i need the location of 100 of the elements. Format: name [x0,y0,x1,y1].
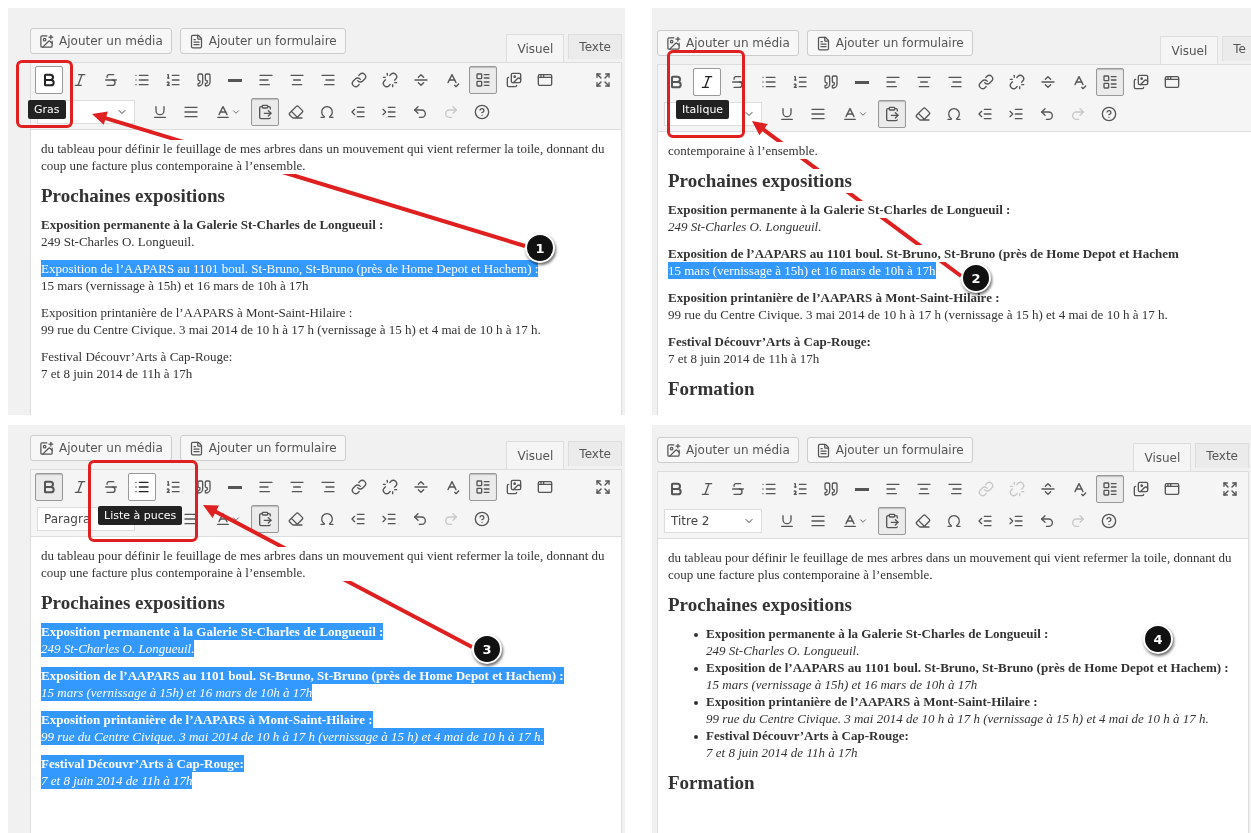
align-right-icon [320,72,336,88]
media-icon [39,440,54,456]
italic-icon [699,481,715,497]
editor-tab[interactable]: Visuel [1160,36,1219,64]
align-left-icon [885,481,901,497]
form-icon [188,440,204,456]
exhibition-details: 7 et 8 juin 2014 de 11h à 17h [41,772,193,789]
quote-icon [196,72,212,88]
exhibition-title: Exposition permanente à la Galerie St-Charles de Longueuil : [41,623,384,640]
unlink-icon [1009,481,1025,497]
add-media-button[interactable]: Ajouter un média [657,30,799,56]
align-left-icon [885,74,901,90]
add-form-button[interactable]: Ajouter un formulaire [806,30,973,56]
undo-icon [1039,106,1055,122]
align-left-icon [258,479,274,495]
toggle-icon [1102,74,1118,90]
add-media-button[interactable]: Ajouter un média [657,437,799,463]
gallery-icon [506,479,522,495]
link-icon [351,72,367,88]
toggle-button[interactable] [1096,475,1124,503]
justify-icon [810,513,826,529]
redo-icon [443,511,459,527]
caret-icon [858,516,868,526]
exhibition-details: 99 rue du Centre Civique. 3 mai 2014 de 10 h à 17 h (vernissage à 15 h) et 4 mai de 10 h à 17 h. [41,728,544,745]
bold-icon [41,72,57,88]
bold-icon [41,479,57,495]
format-select[interactable]: Titre 2 [664,509,762,533]
gallery-icon [506,72,522,88]
add-form-button[interactable]: Ajouter un formulaire [179,28,346,54]
toggle-button[interactable] [1096,68,1124,96]
toggle-button[interactable] [469,473,497,501]
help-icon [474,104,490,120]
undo-icon [412,104,428,120]
add-media-button[interactable]: Ajouter un média [30,28,172,54]
italic-button[interactable] [693,68,721,96]
eraser-icon [288,104,304,120]
paste-text-button[interactable] [878,100,906,128]
paste-text-icon [257,104,273,120]
eraser-icon [288,511,304,527]
numbered-list-icon [792,74,808,90]
bold-button[interactable] [35,473,63,501]
eraser-icon [915,106,931,122]
exhibition-title: Exposition de l’AAPARS au 1101 boul. St-Bruno, St-Bruno (près de Home Depot et Hachem) : [41,260,539,277]
help-icon [474,511,490,527]
outdent-icon [350,104,366,120]
bullet-list-button[interactable] [128,473,156,501]
editor-tab[interactable]: Visuel [1133,443,1192,471]
link-icon [978,481,994,497]
editor-tab[interactable]: Te [1222,36,1251,61]
add-media-button[interactable]: Ajouter un média [30,435,172,461]
exhibition-title: Exposition printanière de l’AAPARS à Mont-Saint-Hilaire : [41,711,373,728]
outdent-icon [977,513,993,529]
text-color-icon [215,104,231,120]
italic-icon [72,72,88,88]
toggle-button[interactable] [469,66,497,94]
form-icon [537,72,553,88]
add-form-button[interactable]: Ajouter un formulaire [179,435,346,461]
numbered-list-icon [792,481,808,497]
unlink-icon [382,479,398,495]
align-left-icon [258,72,274,88]
unlink-icon [382,72,398,88]
paste-text-button[interactable] [878,507,906,535]
strikethrough-icon [103,479,119,495]
fullscreen-icon [595,479,611,495]
editor-tab[interactable]: Texte [568,34,622,59]
spellcheck-icon [444,72,460,88]
section-heading: Prochaines expositions [668,169,852,193]
help-icon [1101,513,1117,529]
paste-text-button[interactable] [251,505,279,533]
numbered-list-icon [165,479,181,495]
fullscreen-icon [595,72,611,88]
tooltip: Gras [28,100,66,119]
editor-tab[interactable]: Visuel [506,34,565,62]
caret-icon [231,107,241,117]
bold-icon [668,481,684,497]
read-more-icon [1040,74,1056,90]
exhibition-details: 15 mars (vernissage à 15h) et 16 mars de 10h à 17h [668,262,936,279]
tooltip: Liste à puces [98,506,183,525]
exhibition-details: 15 mars (vernissage à 15h) et 16 mars de 10h à 17h [41,684,313,701]
align-right-icon [947,481,963,497]
read-more-icon [413,479,429,495]
bold-button[interactable] [35,66,63,94]
editor-tab[interactable]: Texte [1195,443,1249,468]
form-icon [815,442,831,458]
text-color-icon [842,106,858,122]
editor-tab[interactable]: Visuel [506,441,565,469]
read-more-icon [413,72,429,88]
toggle-icon [475,479,491,495]
eraser-icon [915,513,931,529]
form-icon [1164,74,1180,90]
spellcheck-icon [1071,481,1087,497]
align-center-icon [916,481,932,497]
align-center-icon [289,479,305,495]
underline-icon [779,513,795,529]
editor-tab[interactable]: Texte [568,441,622,466]
paste-text-button[interactable] [251,98,279,126]
gallery-icon [1133,74,1149,90]
read-more-icon [1040,481,1056,497]
quote-icon [823,481,839,497]
add-form-button[interactable]: Ajouter un formulaire [806,437,973,463]
